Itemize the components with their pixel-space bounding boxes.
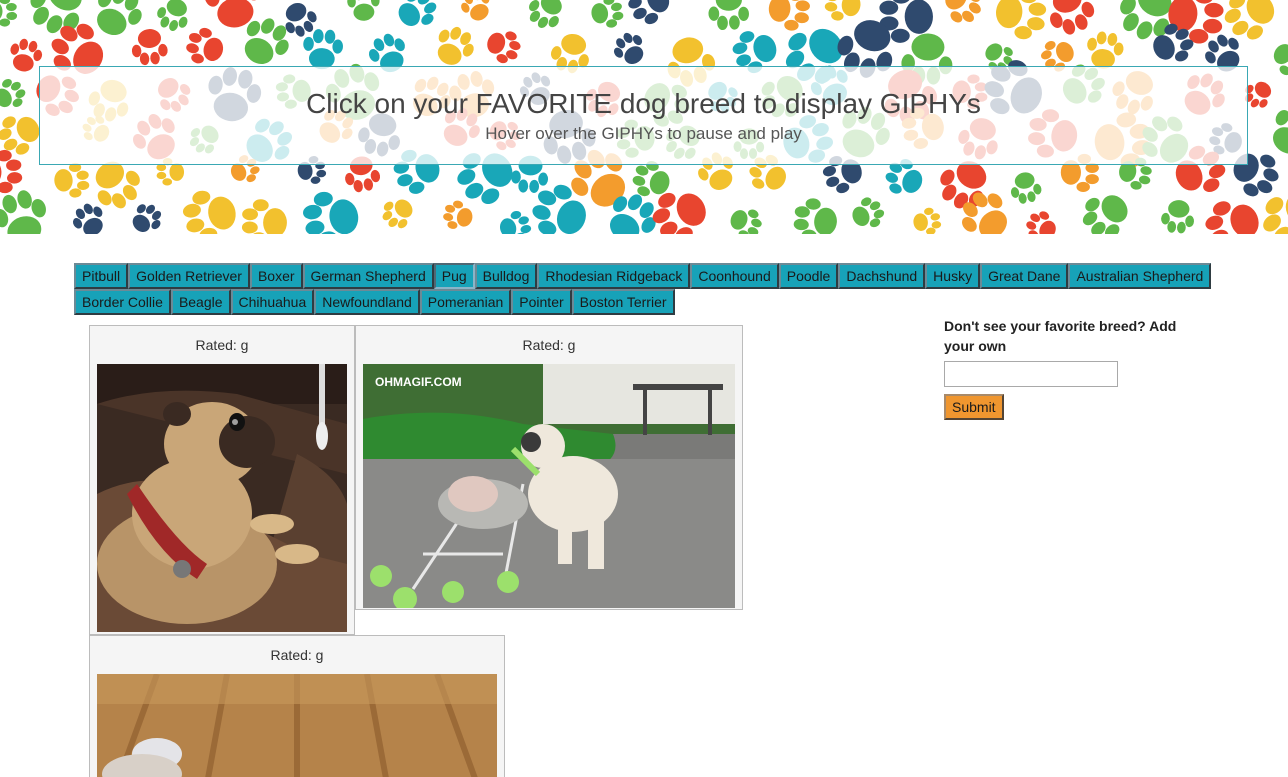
breed-button-pitbull[interactable]: Pitbull: [74, 263, 129, 289]
page-subtitle: Hover over the GIPHYs to pause and play: [485, 124, 802, 143]
breed-button-border-collie[interactable]: Border Collie: [74, 289, 171, 315]
breed-button-bulldog[interactable]: Bulldog: [474, 263, 538, 289]
breed-button-husky[interactable]: Husky: [925, 263, 981, 289]
breed-button-group: Pitbull Golden Retriever Boxer German Sh…: [74, 263, 1214, 315]
add-breed-label: Don't see your favorite breed? Add your …: [944, 318, 1177, 354]
pug-couch-image-icon: [97, 364, 347, 632]
header-panel: Click on your FAVORITE dog breed to disp…: [39, 66, 1248, 165]
page-title: Click on your FAVORITE dog breed to disp…: [306, 88, 981, 119]
gif-image-pug-floor[interactable]: [97, 674, 497, 777]
breed-button-boxer[interactable]: Boxer: [249, 263, 303, 289]
page-root: Click on your FAVORITE dog breed to disp…: [0, 0, 1288, 777]
gif-rating: Rated: g: [195, 337, 249, 353]
breed-button-row-1: Pitbull Golden Retriever Boxer German Sh…: [74, 263, 1214, 289]
breed-button-australian-shepherd[interactable]: Australian Shepherd: [1068, 263, 1212, 289]
gif-image-pug-stroller[interactable]: OHMAGIF.COM: [363, 364, 735, 608]
breed-button-pug[interactable]: Pug: [433, 263, 475, 289]
breed-button-newfoundland[interactable]: Newfoundland: [314, 289, 420, 315]
breed-button-pointer[interactable]: Pointer: [511, 289, 572, 315]
gif-rating: Rated: g: [522, 337, 576, 353]
breed-button-great-dane[interactable]: Great Dane: [980, 263, 1069, 289]
gif-card: Rated: g: [89, 635, 505, 777]
breed-button-rhodesian-ridgeback[interactable]: Rhodesian Ridgeback: [537, 263, 691, 289]
breed-button-coonhound[interactable]: Coonhound: [690, 263, 779, 289]
breed-button-row-2: Border Collie Beagle Chihuahua Newfoundl…: [74, 289, 1214, 315]
breed-button-boston-terrier[interactable]: Boston Terrier: [571, 289, 675, 315]
gif-image-pug-couch[interactable]: [97, 364, 347, 632]
add-breed-form: Don't see your favorite breed? Add your …: [944, 316, 1204, 420]
breed-button-poodle[interactable]: Poodle: [778, 263, 839, 289]
breed-button-golden-retriever[interactable]: Golden Retriever: [128, 263, 250, 289]
breed-button-dachshund[interactable]: Dachshund: [838, 263, 926, 289]
gif-card: Rated: g: [89, 325, 355, 635]
gif-watermark: OHMAGIF.COM: [375, 375, 462, 389]
breed-button-german-shepherd[interactable]: German Shepherd: [302, 263, 434, 289]
breed-button-pomeranian[interactable]: Pomeranian: [419, 289, 512, 315]
pug-floor-image-icon: [97, 674, 497, 777]
add-breed-input[interactable]: [944, 361, 1118, 387]
gif-card: Rated: g: [355, 325, 743, 610]
pug-stroller-image-icon: OHMAGIF.COM: [363, 364, 735, 608]
breed-button-beagle[interactable]: Beagle: [170, 289, 231, 315]
submit-button[interactable]: Submit: [944, 394, 1004, 420]
gif-rating: Rated: g: [270, 647, 324, 663]
breed-button-chihuahua[interactable]: Chihuahua: [230, 289, 315, 315]
